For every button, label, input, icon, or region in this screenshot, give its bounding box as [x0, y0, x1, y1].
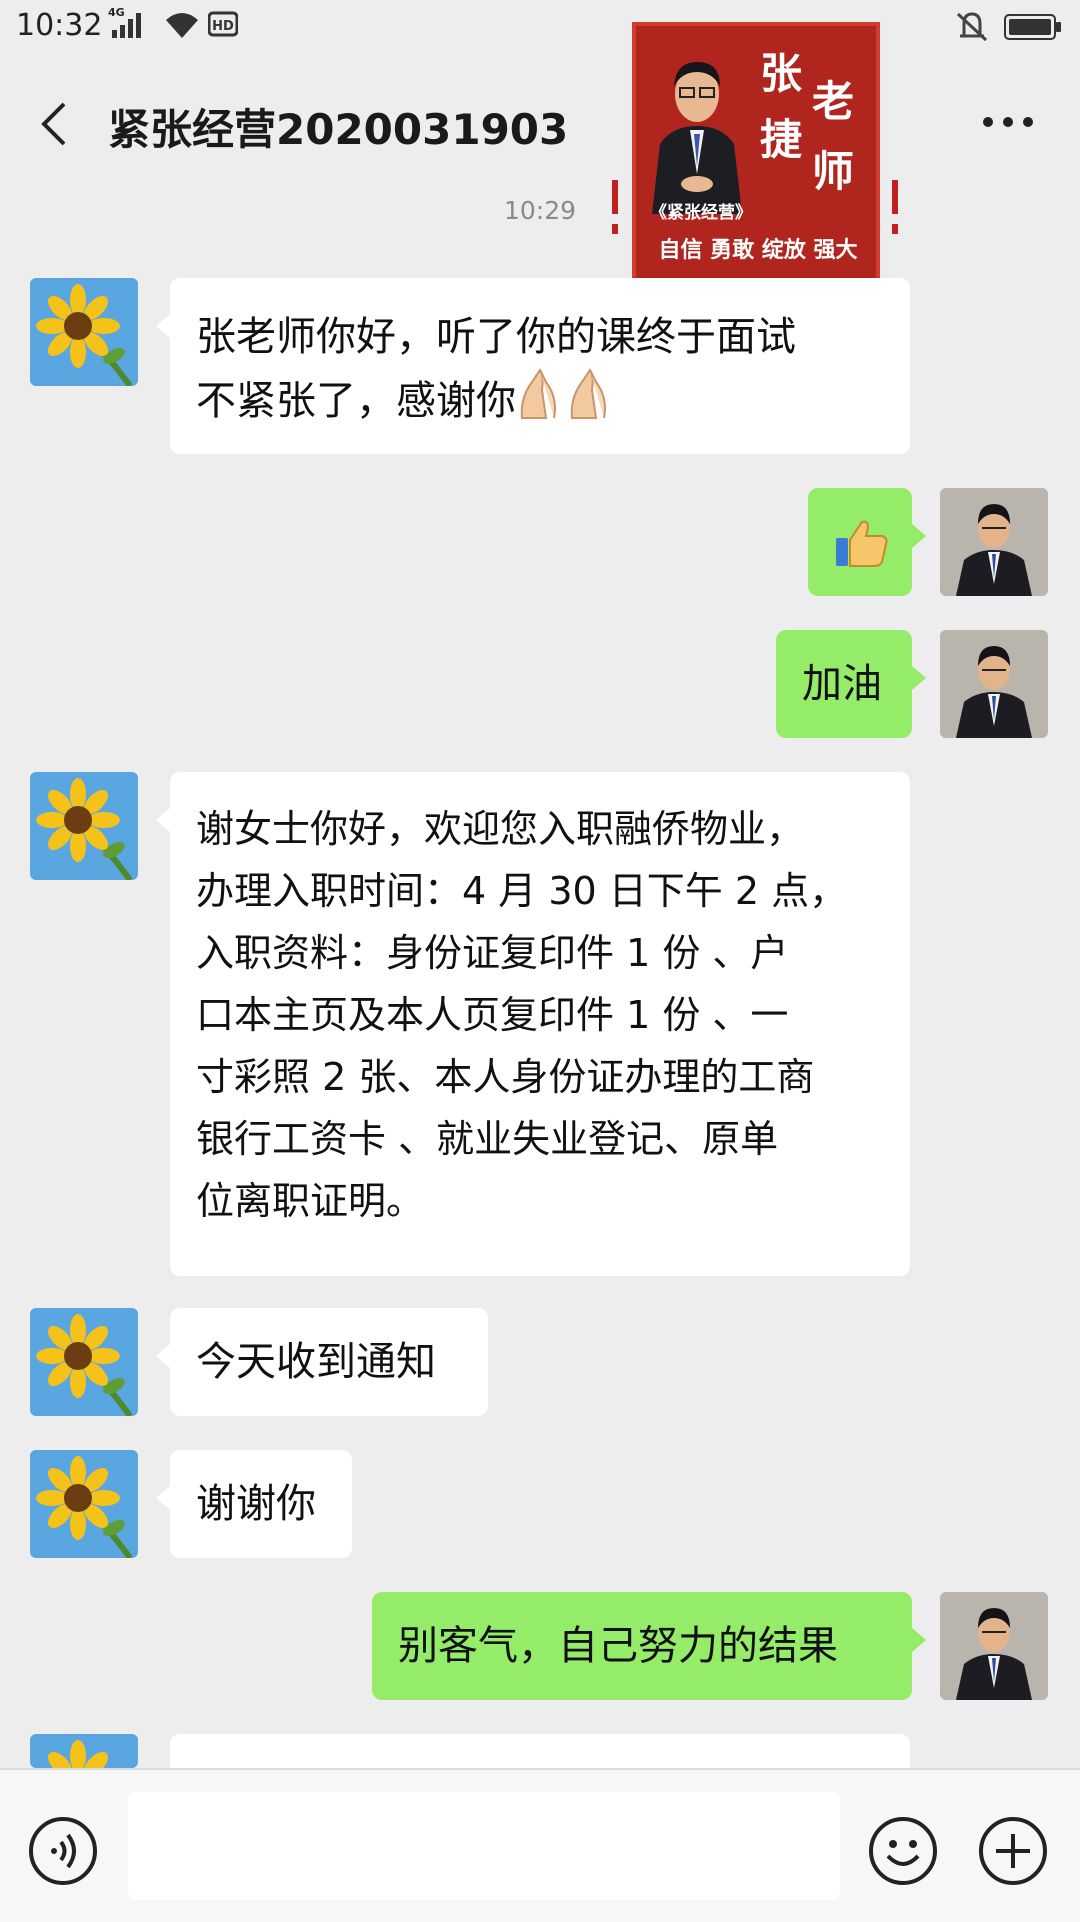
man-in-suit-avatar-icon — [940, 488, 1048, 596]
banner-char: 老 — [812, 77, 855, 126]
more-icon[interactable] — [980, 114, 1036, 130]
contact-avatar[interactable] — [30, 772, 138, 880]
plus-icon[interactable] — [978, 1816, 1048, 1886]
bubble-tail — [912, 666, 926, 690]
message-bubble-incoming-partial[interactable] — [170, 1734, 910, 1768]
thumbs-up-emoji — [836, 520, 888, 567]
man-in-suit-avatar-icon — [940, 630, 1048, 738]
sunflower-avatar-icon — [30, 1450, 138, 1558]
sunflower-avatar-icon — [30, 1308, 138, 1416]
status-time: 10:32 — [16, 8, 103, 43]
message-bubble-incoming[interactable]: 今天收到通知 — [156, 1308, 488, 1416]
bubble-tail — [912, 524, 926, 548]
message-bubble-incoming[interactable]: 谢女士你好，欢迎您入职融侨物业， 办理入职时间：4 月 30 日下午 2 点， … — [156, 772, 910, 1276]
teacher-photo — [642, 34, 752, 214]
message-text: 今天收到通知 — [196, 1339, 436, 1385]
sunflower-avatar-icon — [30, 772, 138, 880]
input-bar — [0, 1768, 1080, 1922]
contact-avatar[interactable] — [30, 278, 138, 386]
chat-title: 紧张经营2020031903 — [108, 105, 569, 154]
wifi-icon — [166, 13, 198, 38]
banner-char: 捷 — [760, 115, 803, 164]
teacher-banner: 张 老 捷 师 《紧张经营》 自信 勇敢 绽放 强大 — [632, 22, 880, 284]
voice-icon[interactable] — [28, 1816, 98, 1886]
status-bar: 10:32 4G HD — [0, 0, 1080, 56]
bubble-tail — [156, 808, 170, 832]
chat-header: 紧张经营2020031903 — [0, 56, 1080, 184]
message-text: 加油 — [802, 661, 882, 707]
bubble-tail — [912, 1628, 926, 1652]
message-bubble-incoming[interactable]: 谢谢你 — [156, 1450, 352, 1558]
message-input[interactable] — [128, 1792, 840, 1900]
self-avatar[interactable] — [940, 630, 1048, 738]
self-avatar[interactable] — [940, 488, 1048, 596]
man-in-suit-avatar-icon — [940, 1592, 1048, 1700]
back-icon[interactable] — [36, 100, 72, 148]
message-text: 谢女士你好，欢迎您入职融侨物业， 办理入职时间：4 月 30 日下午 2 点， … — [196, 807, 848, 1223]
self-avatar[interactable] — [940, 1592, 1048, 1700]
message-bubble-incoming[interactable]: 张老师你好，听了你的课终于面试 不紧张了，感谢你 — [156, 278, 910, 454]
bubble-tail — [156, 1344, 170, 1368]
sunflower-avatar-icon — [30, 1734, 138, 1768]
emoji-icon[interactable] — [868, 1816, 938, 1886]
signal-icon — [112, 13, 141, 38]
contact-avatar[interactable] — [30, 1450, 138, 1558]
contact-avatar[interactable] — [30, 1308, 138, 1416]
pray-emoji — [520, 368, 606, 419]
banner-char: 张 — [760, 49, 803, 98]
bubble-tail — [156, 314, 170, 338]
banner-char: 师 — [812, 147, 855, 196]
message-text: 别客气，自己努力的结果 — [398, 1623, 838, 1669]
message-bubble-outgoing[interactable]: 别客气，自己努力的结果 — [372, 1592, 926, 1700]
banner-slogan: 自信 勇敢 绽放 强大 — [658, 238, 858, 263]
sunflower-avatar-icon — [30, 278, 138, 386]
bubble-tail — [156, 1486, 170, 1510]
message-text: 谢谢你 — [196, 1481, 316, 1527]
hd-icon: HD — [208, 11, 238, 37]
contact-avatar[interactable] — [30, 1734, 138, 1768]
battery-icon — [1004, 14, 1061, 40]
bell-icon — [956, 12, 988, 42]
message-text: 张老师你好，听了你的课终于面试 不紧张了，感谢你 — [196, 314, 796, 424]
message-timestamp: 10:29 — [503, 196, 577, 225]
message-bubble-outgoing[interactable]: 加油 — [776, 630, 926, 738]
svg-text:HD: HD — [212, 19, 234, 34]
message-bubble-outgoing[interactable] — [808, 488, 926, 596]
